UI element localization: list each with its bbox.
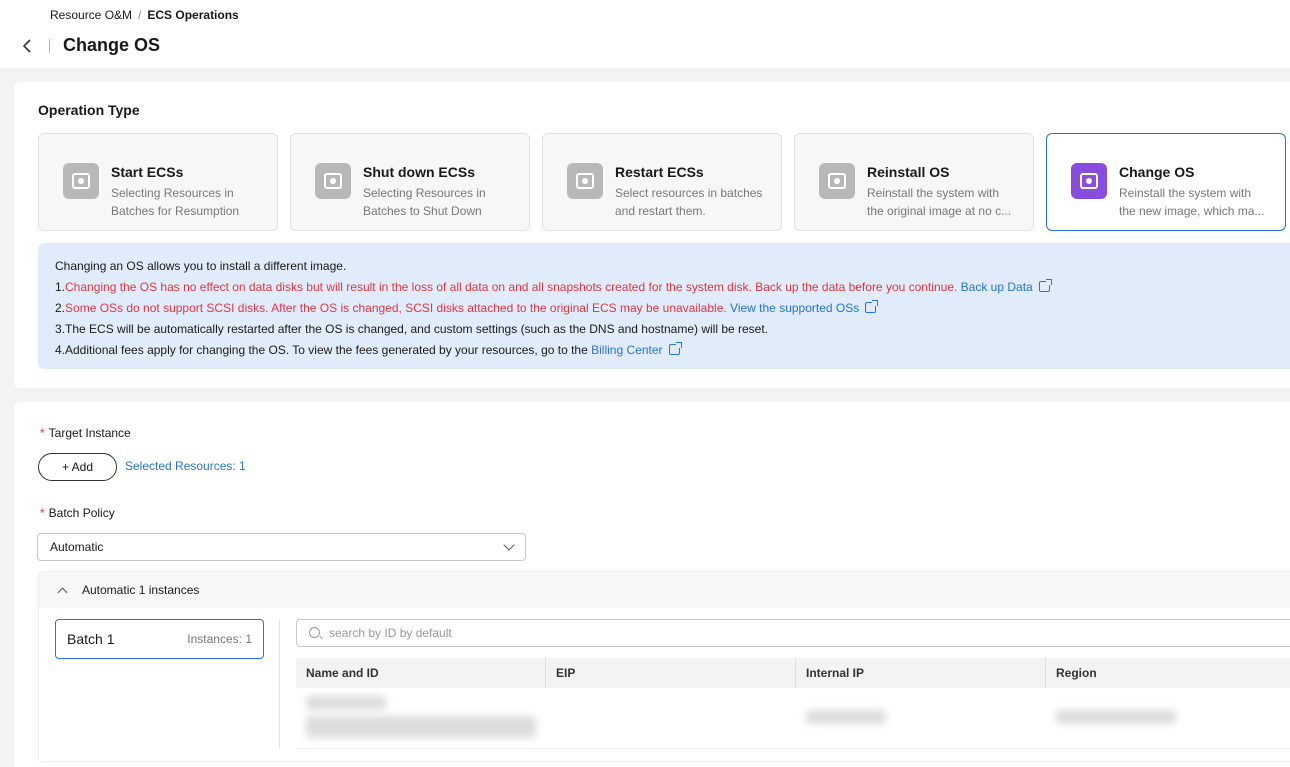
start-icon	[63, 163, 99, 199]
notice-line-4: 4.Additional fees apply for changing the…	[55, 340, 1290, 361]
batch-count: Instances: 1	[187, 632, 252, 646]
target-instance-label: * Target Instance	[40, 426, 131, 440]
batch-divider	[279, 619, 280, 749]
batch-name: Batch 1	[67, 631, 115, 647]
search-icon	[309, 627, 320, 638]
required-asterisk: *	[40, 506, 45, 520]
required-asterisk: *	[40, 426, 45, 440]
external-link-icon	[1038, 279, 1052, 292]
instance-search-input[interactable]: search by ID by default	[296, 619, 1290, 647]
operation-type-title: Operation Type	[38, 102, 140, 118]
external-link-icon	[865, 300, 879, 313]
back-arrow-icon[interactable]	[18, 36, 36, 56]
batch-panel: Automatic 1 instances Batch 1 Instances:…	[38, 571, 1290, 762]
column-header[interactable]: Region	[1046, 658, 1290, 688]
view-supported-oss-link[interactable]: View the supported OSs	[730, 301, 859, 315]
op-desc: Selecting Resources in Batches for Resump…	[111, 186, 240, 218]
cell-internal-ip-redacted	[796, 688, 1046, 748]
page-header: Resource O&M / ECS Operations Change OS	[0, 0, 1290, 68]
operation-type-card: Operation Type Start ECSs Selecting Reso…	[14, 82, 1290, 388]
batch-panel-header[interactable]: Automatic 1 instances	[39, 572, 1290, 608]
op-desc: Selecting Resources in Batches to Shut Do…	[363, 186, 486, 218]
breadcrumb-current[interactable]: ECS Operations	[147, 8, 238, 22]
reinstall-icon	[819, 163, 855, 199]
chevron-up-icon[interactable]	[57, 587, 68, 597]
cell-name-id-redacted	[296, 688, 546, 748]
op-title: Shut down ECSs	[363, 164, 475, 180]
search-placeholder: search by ID by default	[329, 626, 452, 640]
notice-line-3: 3.The ECS will be automatically restarte…	[55, 322, 769, 336]
cell-eip-redacted	[546, 688, 796, 748]
batch-item[interactable]: Batch 1 Instances: 1	[55, 619, 264, 659]
breadcrumb-separator: /	[138, 8, 142, 22]
shutdown-icon	[315, 163, 351, 199]
breadcrumb: Resource O&M / ECS Operations	[50, 8, 239, 22]
notice-line-1: 1.Changing the OS has no effect on data …	[55, 277, 1290, 298]
table-row[interactable]	[296, 688, 1290, 749]
page-title: Change OS	[63, 35, 161, 55]
column-header[interactable]: Internal IP	[796, 658, 1046, 688]
op-desc: Reinstall the system with the new image, …	[1119, 186, 1265, 218]
instance-table-header: Name and ID EIP Internal IP Region	[296, 658, 1290, 688]
change-os-icon	[1071, 163, 1107, 199]
batch-policy-value: Automatic	[50, 540, 104, 554]
op-title: Restart ECSs	[615, 164, 704, 180]
change-os-notice: Changing an OS allows you to install a d…	[38, 243, 1290, 369]
op-reinstall-os[interactable]: Reinstall OS Reinstall the system with th…	[794, 133, 1034, 231]
notice-intro: Changing an OS allows you to install a d…	[55, 259, 347, 273]
op-title: Reinstall OS	[867, 164, 950, 180]
config-card: * Target Instance + Add Selected Resource…	[14, 402, 1290, 767]
op-desc: Reinstall the system with the original im…	[867, 186, 1012, 218]
op-change-os[interactable]: Change OS Reinstall the system with the n…	[1046, 133, 1286, 231]
op-restart-ecss[interactable]: Restart ECSs Select resources in batches…	[542, 133, 782, 231]
external-link-icon	[668, 342, 682, 355]
column-header[interactable]: Name and ID	[296, 658, 546, 688]
op-desc: Select resources in batches and restart t…	[615, 186, 763, 218]
chevron-down-icon	[503, 539, 515, 551]
selected-resources-link[interactable]: Selected Resources: 1	[125, 459, 246, 473]
batch-policy-label: * Batch Policy	[40, 506, 115, 520]
breadcrumb-root[interactable]: Resource O&M	[50, 8, 132, 22]
back-up-data-link[interactable]: Back up Data	[961, 280, 1033, 294]
notice-line-2: 2.Some OSs do not support SCSI disks. Af…	[55, 298, 1290, 319]
op-shut-down-ecss[interactable]: Shut down ECSs Selecting Resources in Bat…	[290, 133, 530, 231]
column-header[interactable]: EIP	[546, 658, 796, 688]
batch-policy-select[interactable]: Automatic	[37, 533, 526, 561]
title-divider	[49, 39, 50, 53]
batch-header-text: Automatic 1 instances	[82, 583, 200, 597]
operation-type-list: Start ECSs Selecting Resources in Batches…	[38, 133, 1286, 231]
cell-region-redacted	[1046, 688, 1290, 748]
billing-center-link[interactable]: Billing Center	[591, 343, 662, 357]
op-title: Start ECSs	[111, 164, 184, 180]
restart-icon	[567, 163, 603, 199]
op-title: Change OS	[1119, 164, 1195, 180]
op-start-ecss[interactable]: Start ECSs Selecting Resources in Batches…	[38, 133, 278, 231]
add-button[interactable]: + Add	[38, 453, 117, 481]
